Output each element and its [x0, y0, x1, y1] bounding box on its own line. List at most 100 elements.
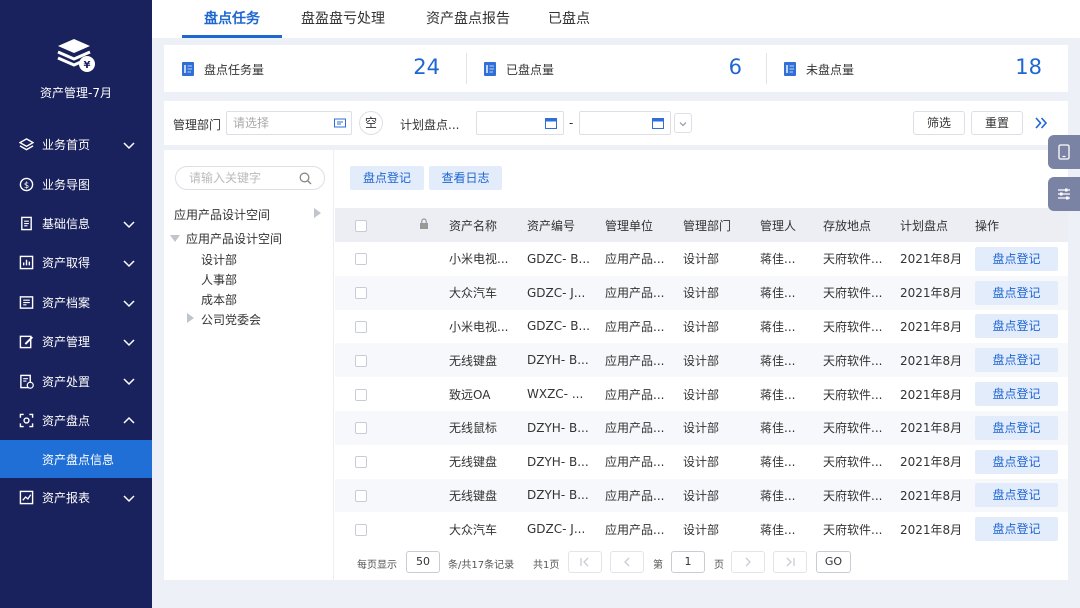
sidebar-item-inventory[interactable]: 资产盘点: [0, 401, 152, 440]
per-page-input[interactable]: 50: [406, 551, 440, 573]
sidebar-item-acquire[interactable]: 资产取得: [0, 243, 152, 282]
tree-search-input[interactable]: 请输入关键字: [175, 166, 325, 190]
tab-inventory-task[interactable]: 盘点任务: [182, 0, 282, 38]
filter-button[interactable]: 筛选: [913, 111, 965, 135]
row-select-cell[interactable]: [335, 445, 395, 479]
date-start-input[interactable]: [476, 111, 564, 135]
archive-icon: [18, 294, 34, 310]
register-button[interactable]: 盘点登记: [350, 166, 424, 190]
tree-node-hr[interactable]: 人事部: [201, 271, 237, 288]
row-checkbox[interactable]: [355, 354, 367, 367]
clear-button[interactable]: 空: [359, 111, 383, 135]
scan-icon: [18, 412, 34, 428]
sidebar-item-map[interactable]: $ 业务导图: [0, 164, 152, 203]
row-register-button[interactable]: 盘点登记: [975, 483, 1058, 508]
sidebar-item-home[interactable]: 业务首页: [0, 125, 152, 164]
row-select-cell[interactable]: [335, 275, 395, 310]
row-checkbox[interactable]: [355, 523, 367, 536]
row-checkbox[interactable]: [355, 320, 367, 333]
row-register-button[interactable]: 盘点登记: [975, 449, 1058, 474]
stat-label: 已盘点量: [506, 63, 555, 77]
table-row[interactable]: 致远OA WXZC- ... 应用产品... 设计部 蒋佳... 天府软件... 2021年…: [335, 377, 1068, 411]
tree-node-cost[interactable]: 成本部: [201, 291, 237, 308]
row-select-cell[interactable]: [335, 377, 395, 411]
table-row[interactable]: 无线键盘 DZYH- B... 应用产品... 设计部 蒋佳... 天府软件... 2021…: [335, 478, 1068, 513]
table-cell: WXZC- ...: [527, 387, 584, 402]
tree-node-space[interactable]: 应用产品设计空间: [186, 230, 282, 247]
row-checkbox[interactable]: [355, 287, 367, 300]
header-select-all[interactable]: [335, 208, 395, 242]
last-page-button[interactable]: [773, 551, 807, 573]
row-select-cell[interactable]: [335, 343, 395, 378]
side-settings-button[interactable]: [1048, 177, 1080, 211]
prev-page-button[interactable]: [610, 551, 644, 573]
row-register-button[interactable]: 盘点登记: [975, 280, 1058, 305]
stack-coin-icon: ¥: [57, 39, 95, 72]
reset-button[interactable]: 重置: [971, 111, 1023, 135]
next-page-button[interactable]: [731, 551, 765, 573]
sidebar-item-report[interactable]: 资产报表: [0, 478, 152, 517]
row-select-cell[interactable]: [335, 242, 395, 276]
row-register-button[interactable]: 盘点登记: [975, 382, 1058, 407]
row-action-cell: 盘点登记: [971, 310, 1068, 344]
table-row[interactable]: 大众汽车 GDZC- J... 应用产品... 设计部 蒋佳... 天府软件... 2021…: [335, 275, 1068, 310]
row-register-button[interactable]: 盘点登记: [975, 517, 1058, 542]
caret-down-icon[interactable]: [170, 234, 180, 242]
chevron-down-icon: [123, 300, 135, 307]
row-select-cell[interactable]: [335, 512, 395, 546]
select-all-checkbox[interactable]: [355, 219, 367, 232]
date-dropdown-toggle[interactable]: [674, 113, 692, 133]
table-cell: 无线键盘: [449, 455, 498, 470]
sidebar-item-basic-info[interactable]: 基础信息: [0, 204, 152, 243]
expand-double-chevron-icon[interactable]: [1034, 116, 1048, 130]
tab-surplus-deficit[interactable]: 盘盈盘亏处理: [292, 0, 394, 38]
row-register-button[interactable]: 盘点登记: [975, 314, 1058, 339]
view-log-button[interactable]: 查看日志: [429, 166, 502, 190]
tab-inventory-report[interactable]: 资产盘点报告: [418, 0, 518, 38]
table-row[interactable]: 无线键盘 DZYH- B... 应用产品... 设计部 蒋佳... 天府软件... 2021…: [335, 445, 1068, 479]
go-button[interactable]: GO: [816, 551, 851, 573]
table-cell: 应用产品...: [601, 343, 679, 378]
table-row[interactable]: 小米电视... GDZC- B... 应用产品... 设计部 蒋佳... 天府软件... 2…: [335, 310, 1068, 344]
date-end-input[interactable]: [579, 111, 671, 135]
sidebar-item-manage[interactable]: 资产管理: [0, 322, 152, 361]
table-row[interactable]: 大众汽车 GDZC- J... 应用产品... 设计部 蒋佳... 天府软件... 2021…: [335, 512, 1068, 546]
stat-value: 6: [728, 55, 742, 79]
table-row[interactable]: 无线鼠标 DZYH- B... 应用产品... 设计部 蒋佳... 天府软件... 2021…: [335, 410, 1068, 445]
stat-done-count: 已盘点量 6: [466, 45, 766, 92]
table-header-row: 资产名称 资产编号 管理单位 管理部门 管理人 存放地点 计划盘点 操作: [335, 208, 1068, 242]
table-row[interactable]: 无线键盘 DZYH- B... 应用产品... 设计部 蒋佳... 天府软件... 2021…: [335, 343, 1068, 378]
row-select-cell[interactable]: [335, 310, 395, 344]
table-cell: 应用产品...: [605, 252, 665, 267]
tree-node-root[interactable]: 应用产品设计空间: [174, 206, 270, 223]
page-input[interactable]: 1: [671, 551, 705, 573]
table-cell: 设计部: [683, 387, 720, 402]
row-checkbox[interactable]: [355, 253, 367, 266]
table-cell: 2021年8月: [896, 275, 971, 310]
tree-node-party[interactable]: 公司党委会: [201, 311, 261, 328]
table-cell: 应用产品...: [601, 410, 679, 445]
row-register-button[interactable]: 盘点登记: [975, 246, 1058, 271]
sidebar-item-archive[interactable]: 资产档案: [0, 283, 152, 322]
sidebar-item-inventory-info[interactable]: 资产盘点信息: [0, 440, 152, 479]
row-select-cell[interactable]: [335, 410, 395, 445]
row-checkbox[interactable]: [355, 422, 367, 435]
tab-inventoried[interactable]: 已盘点: [536, 0, 602, 38]
table-cell: 小米电视...: [449, 252, 509, 267]
report-icon: [18, 490, 34, 506]
caret-right-icon[interactable]: [313, 208, 321, 218]
tree-node-design[interactable]: 设计部: [201, 251, 237, 268]
row-register-button[interactable]: 盘点登记: [975, 415, 1058, 440]
table-cell: 大众汽车: [449, 522, 498, 537]
row-checkbox[interactable]: [355, 388, 367, 401]
row-register-button[interactable]: 盘点登记: [975, 348, 1058, 373]
sidebar-item-dispose[interactable]: 资产处置: [0, 361, 152, 400]
caret-right-icon[interactable]: [186, 313, 194, 323]
row-checkbox[interactable]: [355, 489, 367, 502]
first-page-button[interactable]: [568, 551, 602, 573]
side-device-button[interactable]: [1048, 135, 1080, 169]
row-select-cell[interactable]: [335, 478, 395, 513]
table-row[interactable]: 小米电视... GDZC- B... 应用产品... 设计部 蒋佳... 天府软件... 2…: [335, 242, 1068, 276]
dept-select[interactable]: 请选择: [226, 111, 352, 135]
row-checkbox[interactable]: [355, 456, 367, 469]
